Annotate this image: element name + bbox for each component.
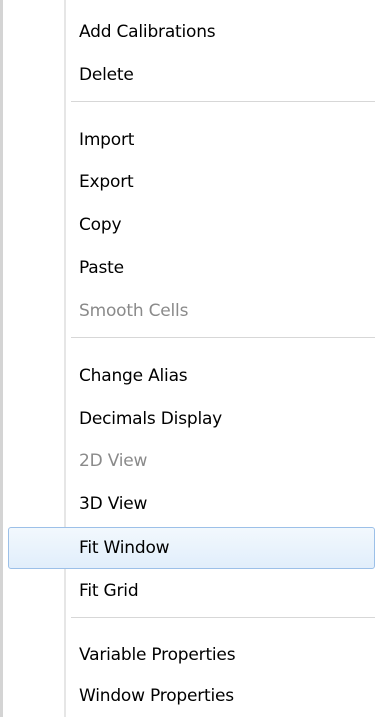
menu-item-label: Window Properties xyxy=(79,686,234,706)
menu-separator xyxy=(71,617,375,618)
menu-item-label: Decimals Display xyxy=(79,409,223,429)
menu-item-3d-view[interactable]: 3D View xyxy=(8,483,375,525)
menu-item-label: Import xyxy=(79,130,135,150)
menu-item-label: Variable Properties xyxy=(79,645,236,665)
menu-item-decimals-display[interactable]: Decimals Display xyxy=(8,398,375,440)
menu-item-label: Smooth Cells xyxy=(79,301,189,321)
menu-item-label: 2D View xyxy=(79,451,148,471)
menu-separator xyxy=(71,101,375,102)
menu-item-paste[interactable]: Paste xyxy=(8,247,375,289)
menu-separator xyxy=(71,337,375,338)
menu-left-border xyxy=(0,0,3,717)
menu-item-smooth-cells: Smooth Cells xyxy=(8,290,375,332)
menu-item-label: Copy xyxy=(79,215,122,235)
menu-item-delete[interactable]: Delete xyxy=(8,54,375,96)
menu-item-2d-view: 2D View xyxy=(8,440,375,482)
menu-item-fit-window[interactable]: Fit Window xyxy=(8,527,375,569)
menu-item-label: Paste xyxy=(79,258,124,278)
menu-item-export[interactable]: Export xyxy=(8,161,375,203)
menu-item-copy[interactable]: Copy xyxy=(8,204,375,246)
menu-item-label: Fit Window xyxy=(79,538,170,558)
menu-item-label: Export xyxy=(79,172,134,192)
menu-item-fit-grid[interactable]: Fit Grid xyxy=(8,570,375,612)
menu-item-label: 3D View xyxy=(79,494,148,514)
menu-item-import[interactable]: Import xyxy=(8,119,375,161)
menu-item-label: Add Calibrations xyxy=(79,22,216,42)
menu-item-variable-properties[interactable]: Variable Properties xyxy=(8,634,375,676)
menu-item-change-alias[interactable]: Change Alias xyxy=(8,355,375,397)
context-menu: Add Calibrations Delete Import Export Co… xyxy=(0,0,375,717)
menu-item-add-calibrations[interactable]: Add Calibrations xyxy=(8,11,375,53)
menu-item-window-properties[interactable]: Window Properties xyxy=(8,675,375,717)
menu-item-label: Delete xyxy=(79,65,134,85)
menu-item-label: Fit Grid xyxy=(79,581,139,601)
menu-item-label: Change Alias xyxy=(79,366,188,386)
